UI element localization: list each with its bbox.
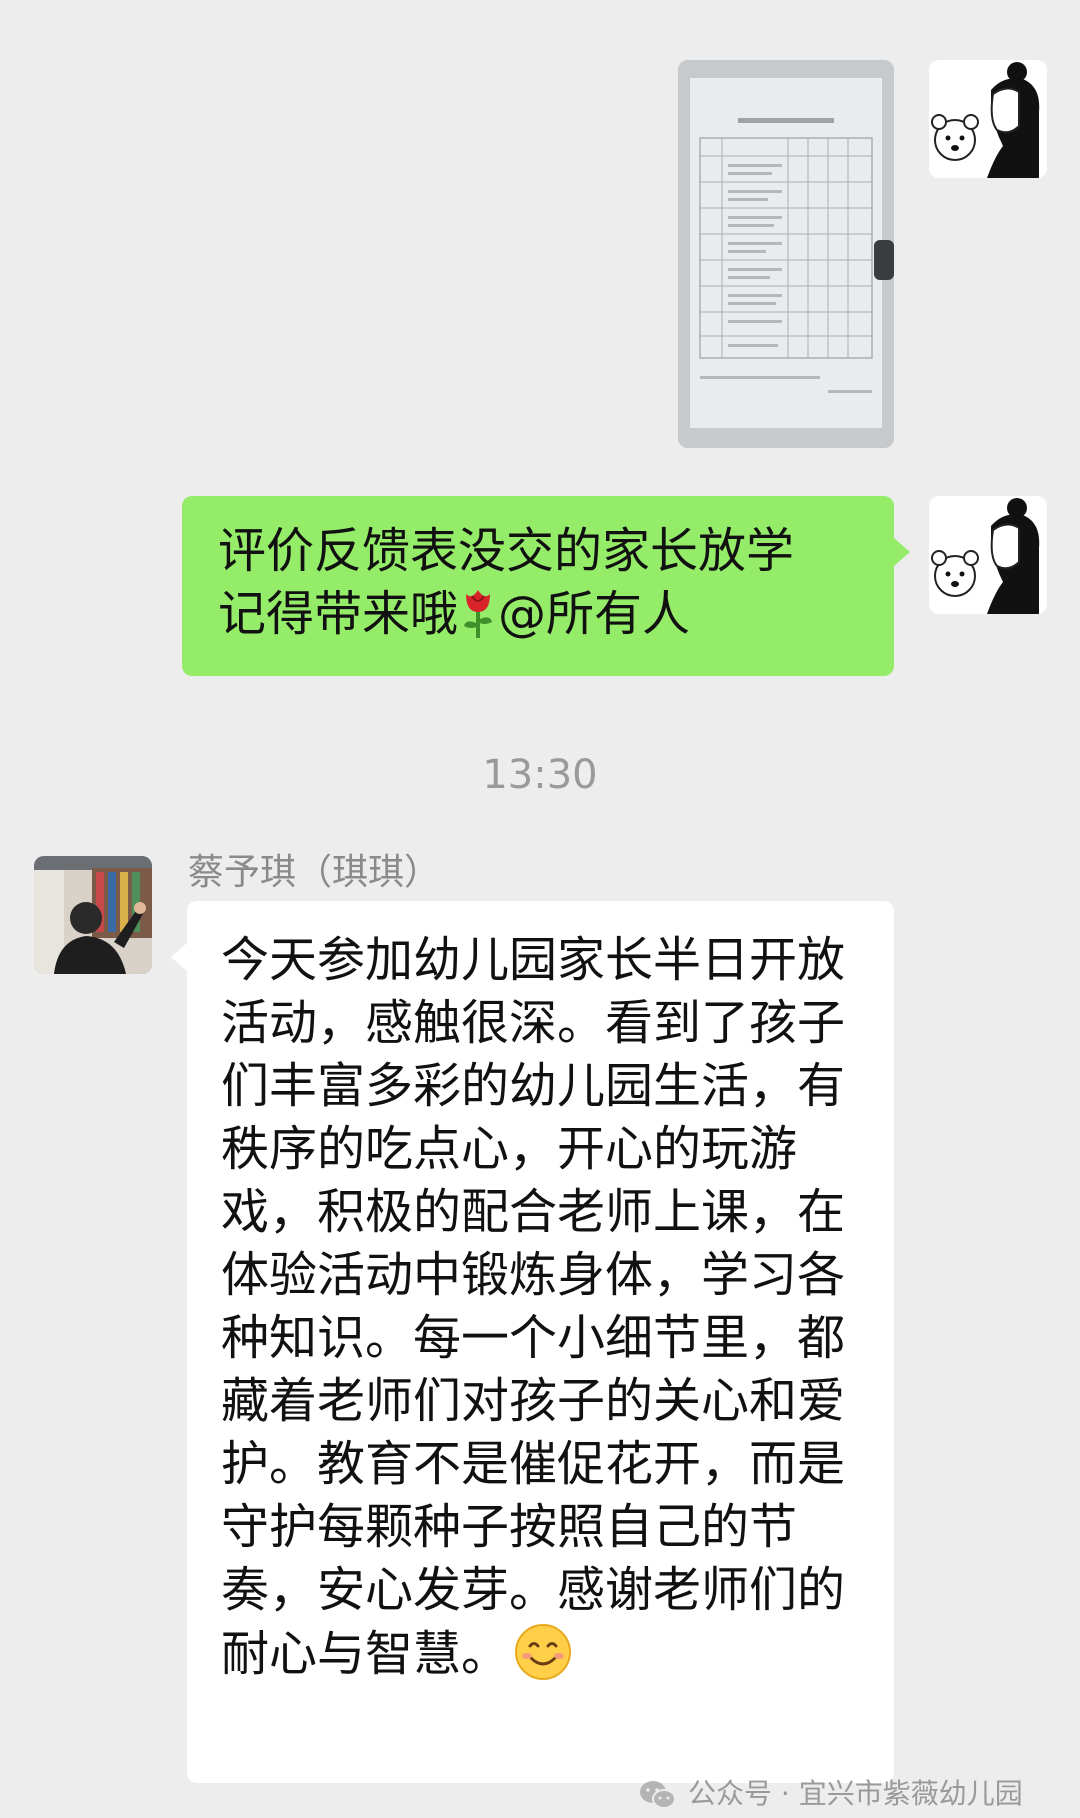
watermark: 公众号 · 宜兴市紫薇幼儿园	[638, 1772, 1023, 1818]
smiling-face-emoji-icon	[513, 1622, 573, 1682]
message-line-2: 记得带来哦 @所有人	[218, 583, 864, 646]
rose-emoji-icon	[458, 584, 498, 640]
mention-all: @所有人	[498, 586, 691, 642]
sender-name: 蔡予琪（琪琪）	[188, 852, 441, 893]
message-line-2-text: 记得带来哦	[218, 586, 459, 642]
wechat-icon	[638, 1779, 678, 1818]
message-timestamp: 13:30	[482, 752, 598, 798]
self-avatar[interactable]	[929, 496, 1047, 614]
watermark-label: 公众号 · 宜兴市紫薇幼儿园	[688, 1777, 1023, 1810]
self-avatar[interactable]	[929, 60, 1047, 178]
message-line-1: 评价反馈表没交的家长放学	[218, 523, 795, 579]
outgoing-message-bubble[interactable]: 评价反馈表没交的家长放学 记得带来哦 @所有人	[182, 496, 910, 676]
incoming-message-bubble[interactable]: 今天参加幼儿园家长半日开放活动，感触很深。看到了孩子们丰富多彩的幼儿园生活，有秩…	[171, 901, 894, 1783]
sender-avatar[interactable]	[34, 856, 152, 974]
image-message-form-photo[interactable]	[678, 60, 894, 448]
incoming-message-text: 今天参加幼儿园家长半日开放活动，感触很深。看到了孩子们丰富多彩的幼儿园生活，有秩…	[221, 932, 846, 1682]
